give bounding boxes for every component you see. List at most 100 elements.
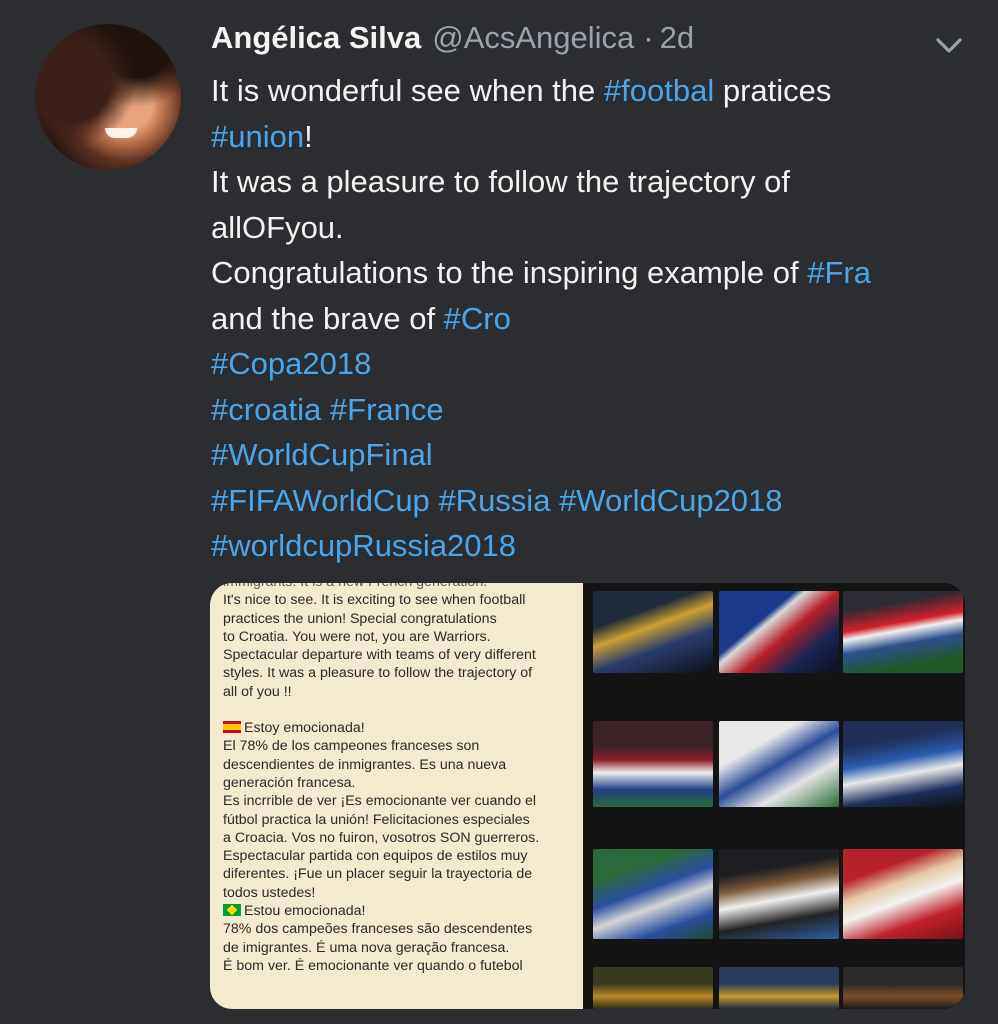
photo-tile (719, 967, 839, 1009)
hashtag-link[interactable]: #Copa2018 (211, 346, 371, 381)
hashtag-link[interactable]: #WorldCupFinal (211, 437, 433, 472)
doc-text-line: Estoy emocionada! (223, 719, 571, 737)
doc-text-line: fútbol practica la unión! Felicitaciones… (223, 811, 571, 829)
photo-tile (593, 849, 713, 939)
doc-text-line: 78% dos campeões franceses são descenden… (223, 920, 571, 938)
media-text-image[interactable]: immigrants. It is a new French generatio… (210, 583, 583, 1009)
photo-tile (593, 591, 713, 673)
doc-text: Es incrrible de ver ¡Es emocionante ver … (223, 793, 537, 810)
doc-text-line: generación francesa. (223, 774, 571, 792)
doc-text: all of you !! (223, 683, 292, 700)
doc-text: É bom ver. É emocionante ver quando o fu… (223, 957, 523, 974)
tweet[interactable]: Angélica Silva @AcsAngelica · 2d It is w… (0, 0, 998, 1024)
tweet-text-segment: It was a pleasure to follow the trajecto… (211, 164, 790, 199)
hashtag-link[interactable]: #union (211, 119, 304, 154)
photo-tile (719, 721, 839, 807)
tweet-text-segment: pratices (714, 73, 832, 108)
doc-text: diferentes. ¡Fue un placer seguir la tra… (223, 866, 533, 883)
doc-text: El 78% de los campeones franceses son (223, 738, 480, 755)
doc-text-line: El 78% de los campeones franceses son (223, 737, 571, 755)
tweet-line: #croatia #France (211, 387, 981, 433)
tweet-header: Angélica Silva @AcsAngelica · 2d (211, 18, 694, 58)
tweet-line: #FIFAWorldCup #Russia #WorldCup2018 (211, 478, 981, 524)
spain-flag-icon (223, 721, 241, 734)
hashtag-link[interactable]: #Russia (438, 483, 550, 518)
tweet-text-segment: ! (304, 118, 313, 154)
doc-text: practices the union! Special congratulat… (223, 610, 497, 627)
tweet-text-segment (550, 483, 559, 518)
tweet-text: It is wonderful see when the #footbal pr… (211, 68, 981, 569)
tweet-line: It was a pleasure to follow the trajecto… (211, 159, 981, 205)
doc-text-line: Espectacular partida con equipos de esti… (223, 847, 571, 865)
doc-text-line: all of you !! (223, 683, 571, 701)
tweet-line: Congratulations to the inspiring example… (211, 250, 981, 296)
tweet-text-segment: Congratulations to the inspiring example… (211, 255, 808, 290)
author-name[interactable]: Angélica Silva (211, 20, 421, 56)
author-avatar[interactable] (35, 24, 181, 170)
hashtag-link[interactable]: #croatia (211, 392, 321, 427)
doc-text-line: It's nice to see. It is exciting to see … (223, 591, 571, 609)
doc-text: Espectacular partida con equipos de esti… (223, 848, 528, 865)
doc-text: descendientes de inmigrantes. Es una nue… (223, 756, 507, 773)
photo-tile (843, 849, 963, 939)
author-handle[interactable]: @AcsAngelica (432, 20, 634, 56)
photo-tile (843, 591, 963, 673)
doc-text: generación francesa. (223, 774, 356, 791)
brazil-flag-icon (223, 904, 241, 917)
doc-text-line: descendientes de inmigrantes. Es una nue… (223, 756, 571, 774)
photo-tile (593, 721, 713, 807)
doc-text-line: Estou emocionada! (223, 902, 571, 920)
doc-text: styles. It was a pleasure to follow the … (223, 665, 533, 682)
doc-text-line: a Croacia. Vos no fuiron, vosotros SON g… (223, 829, 571, 847)
doc-text: It's nice to see. It is exciting to see … (223, 592, 526, 609)
doc-text-line: todos ustedes! (223, 884, 571, 902)
tweet-text-segment (321, 392, 330, 427)
doc-text: Estou emocionada! (244, 903, 366, 920)
doc-text: fútbol practica la unión! Felicitaciones… (223, 811, 530, 828)
tweet-line: #Copa2018 (211, 341, 981, 387)
tweet-line: and the brave of #Cro (211, 296, 981, 342)
hashtag-link[interactable]: #footbal (604, 73, 714, 108)
doc-text-line: Spectacular departure with teams of very… (223, 646, 571, 664)
hashtag-link[interactable]: #Cro (444, 301, 511, 336)
photo-tile (719, 849, 839, 939)
doc-text: de imigrantes. É uma nova geração france… (223, 939, 510, 956)
tweet-media[interactable]: immigrants. It is a new French generatio… (210, 583, 965, 1009)
chevron-down-icon[interactable] (934, 30, 964, 60)
photo-tile (843, 721, 963, 807)
doc-text: 78% dos campeões franceses são descenden… (223, 921, 533, 938)
avatar-hair (35, 24, 181, 170)
tweet-text-segment: It is wonderful see when the (211, 73, 604, 108)
doc-text: immigrants. It is a new French generatio… (223, 583, 487, 590)
hashtag-link[interactable]: #WorldCup2018 (559, 483, 782, 518)
doc-text-line: immigrants. It is a new French generatio… (223, 583, 571, 591)
doc-text: todos ustedes! (223, 884, 316, 901)
doc-text-line: to Croatia. You were not, you are Warrio… (223, 628, 571, 646)
doc-text-line: Es incrrible de ver ¡Es emocionante ver … (223, 792, 571, 810)
hashtag-link[interactable]: #Fra (807, 255, 871, 290)
avatar-smile (105, 128, 137, 138)
doc-text: a Croacia. Vos no fuiron, vosotros SON g… (223, 829, 540, 846)
tweet-timestamp[interactable]: 2d (660, 20, 694, 56)
tweet-line: #union! (211, 114, 981, 160)
tweet-line: #WorldCupFinal (211, 432, 981, 478)
doc-text-line (223, 701, 571, 719)
doc-text-line: É bom ver. É emocionante ver quando o fu… (223, 957, 571, 975)
doc-text-line: de imigrantes. É uma nova geração france… (223, 939, 571, 957)
media-photo-collage[interactable] (583, 583, 965, 1009)
tweet-text-segment: and the brave of (211, 300, 444, 336)
tweet-line: It is wonderful see when the #footbal pr… (211, 68, 981, 114)
doc-text-line: diferentes. ¡Fue un placer seguir la tra… (223, 865, 571, 883)
tweet-line: allOFyou. (211, 205, 981, 251)
tweet-text-segment: allOFyou. (211, 209, 344, 245)
tweet-line: #worldcupRussia2018 (211, 523, 981, 569)
photo-tile (593, 967, 713, 1009)
photo-tile (843, 967, 963, 1009)
hashtag-link[interactable]: #worldcupRussia2018 (211, 528, 516, 563)
doc-text: Estoy emocionada! (244, 720, 365, 737)
doc-text: Spectacular departure with teams of very… (223, 647, 536, 664)
doc-text-line: practices the union! Special congratulat… (223, 610, 571, 628)
hashtag-link[interactable]: #France (330, 392, 444, 427)
hashtag-link[interactable]: #FIFAWorldCup (211, 483, 430, 518)
doc-text-line: styles. It was a pleasure to follow the … (223, 664, 571, 682)
